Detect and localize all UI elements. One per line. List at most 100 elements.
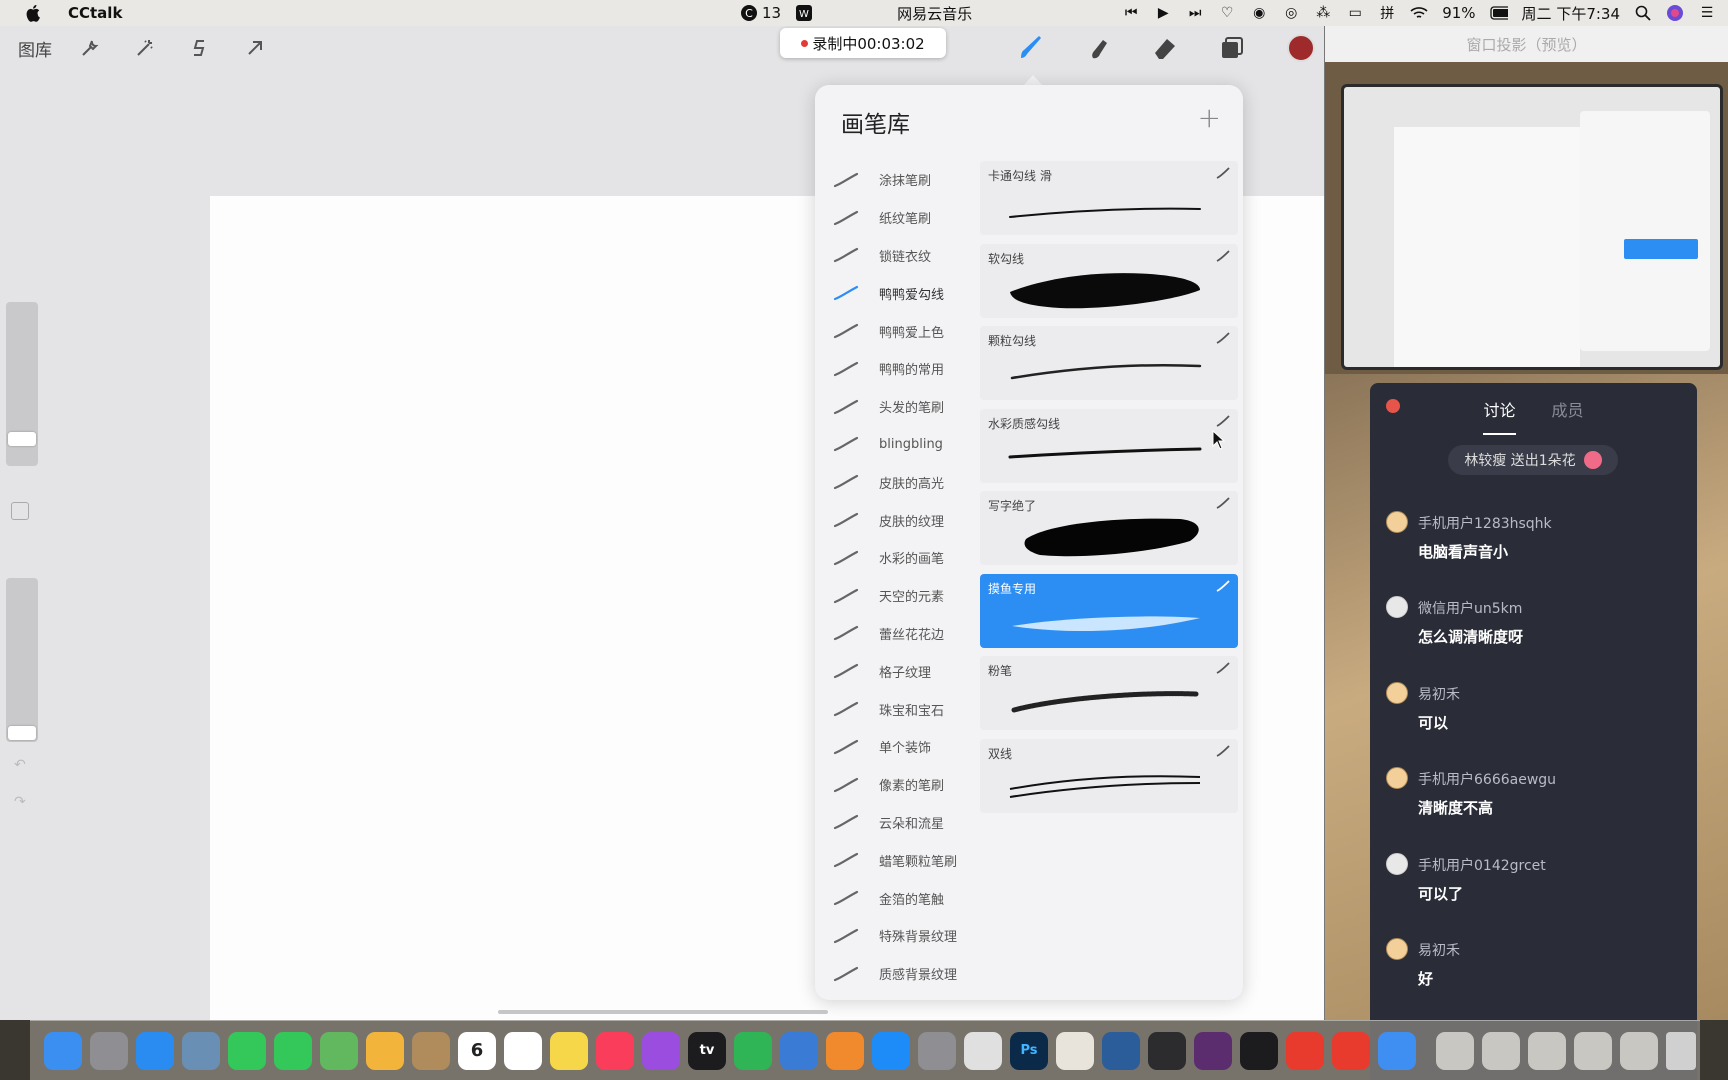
quicktime-icon[interactable] [1102, 1031, 1140, 1070]
netease-music-icon[interactable] [1332, 1031, 1370, 1070]
screenshot-folder-icon-4[interactable] [1574, 1031, 1612, 1070]
gallery-button[interactable]: 图库 [18, 36, 52, 61]
brush-set-item[interactable]: 涂抹笔刷 [829, 161, 979, 199]
wps-w-icon[interactable] [1056, 1031, 1094, 1070]
brush-size-thumb[interactable] [8, 432, 36, 446]
brush-card[interactable]: 软勾线 [980, 243, 1238, 318]
now-playing-app[interactable]: 网易云音乐 [897, 3, 972, 24]
message-username[interactable]: 手机用户0142grcet [1418, 855, 1546, 875]
actions-wrench-icon[interactable] [78, 36, 102, 60]
spotlight-search-icon[interactable] [1634, 4, 1652, 22]
cctalk-icon[interactable] [1378, 1031, 1416, 1070]
brush-set-item[interactable]: 鸭鸭爱上色 [829, 312, 979, 350]
tab-discussion[interactable]: 讨论 [1483, 397, 1516, 435]
brush-card[interactable]: 写字绝了 [980, 491, 1238, 565]
brush-card[interactable]: 水彩质感勾线 [980, 408, 1238, 483]
cctalk-status-icon[interactable]: C [740, 4, 758, 22]
opacity-thumb[interactable] [8, 726, 36, 740]
appstore-icon[interactable] [872, 1031, 910, 1070]
message-username[interactable]: 手机用户6666aewgu [1418, 769, 1556, 789]
brush-set-item[interactable]: 珠宝和宝石 [829, 690, 979, 728]
brush-card[interactable]: 粉笔 [980, 656, 1238, 730]
add-brush-set-button[interactable]: + [1198, 101, 1221, 134]
wps-status-icon[interactable]: W [795, 4, 813, 22]
display-icon[interactable]: ▭ [1346, 4, 1364, 22]
system-preferences-icon[interactable] [918, 1031, 956, 1070]
music-icon[interactable] [596, 1031, 634, 1070]
brush-set-item[interactable]: 像素的笔刷 [829, 766, 979, 804]
photoshop-icon[interactable]: Ps [1010, 1031, 1048, 1070]
brush-set-item[interactable]: 锁链衣纹 [829, 237, 979, 275]
avatar[interactable] [1386, 511, 1408, 533]
brush-set-item[interactable]: 格子纹理 [829, 652, 979, 690]
reminders-icon[interactable] [504, 1031, 542, 1070]
finder-icon[interactable] [44, 1031, 82, 1070]
netease-status-icon[interactable]: ◉ [1250, 4, 1268, 22]
app-name[interactable]: CCtalk [68, 4, 122, 22]
notes-icon[interactable] [550, 1031, 588, 1070]
contacts-icon[interactable] [412, 1031, 450, 1070]
screenshot-folder-icon-5[interactable] [1620, 1031, 1658, 1070]
brush-set-item-active[interactable]: 鸭鸭爱勾线 [829, 274, 979, 312]
terminal-icon[interactable] [1240, 1031, 1278, 1070]
avatar[interactable] [1386, 937, 1408, 960]
preview-icon[interactable] [182, 1031, 220, 1070]
tab-members[interactable]: 成员 [1552, 397, 1584, 435]
message-username[interactable]: 易初禾 [1418, 684, 1460, 704]
wps-icon[interactable] [1286, 1031, 1324, 1070]
message-username[interactable]: 易初禾 [1418, 940, 1460, 960]
obs-icon[interactable] [1148, 1031, 1186, 1070]
brush-set-item[interactable]: 蜡笔颗粒笔刷 [829, 841, 979, 879]
previous-track-icon[interactable]: ⏮ [1122, 4, 1140, 22]
maps-icon[interactable] [320, 1031, 358, 1070]
obs-status-icon[interactable]: ◎ [1282, 4, 1300, 22]
message-username[interactable]: 微信用户un5km [1418, 598, 1522, 618]
keynote-icon[interactable] [780, 1031, 818, 1070]
photos-icon[interactable] [366, 1031, 404, 1070]
facetime-icon[interactable] [228, 1031, 266, 1070]
brush-card[interactable]: 颗粒勾线 [980, 326, 1238, 400]
opacity-slider[interactable] [6, 578, 38, 742]
eraser-tool-icon[interactable] [1151, 34, 1179, 62]
heart-icon[interactable]: ♡ [1218, 4, 1236, 22]
battery-icon[interactable] [1489, 4, 1508, 22]
brush-set-item[interactable]: 天空的元素 [829, 577, 979, 615]
brush-card[interactable]: 卡通勾线 滑 [980, 161, 1238, 235]
brush-set-item[interactable]: 头发的笔刷 [829, 388, 979, 426]
avatar[interactable] [1386, 596, 1408, 619]
tv-icon[interactable]: tv [688, 1031, 726, 1070]
datetime[interactable]: 周二 下午7:34 [1522, 3, 1620, 24]
calendar-icon[interactable]: 6 [458, 1031, 496, 1070]
avatar[interactable] [1386, 767, 1408, 790]
selection-icon[interactable] [188, 36, 212, 60]
brush-set-item[interactable]: blingbling [829, 426, 979, 464]
undo-icon[interactable]: ↶ [14, 757, 26, 773]
avatar[interactable] [1386, 852, 1408, 875]
trash-icon[interactable] [1666, 1031, 1696, 1070]
brush-tool-icon[interactable] [1017, 34, 1045, 62]
brush-set-item[interactable]: 鸭鸭的常用 [829, 350, 979, 388]
brush-set-item[interactable]: 特殊背景纹理 [829, 917, 979, 955]
brush-set-item[interactable]: 质感背景纹理 [829, 955, 979, 993]
redo-icon[interactable]: ↷ [14, 794, 26, 810]
brush-set-item[interactable]: 纸纹笔刷 [829, 199, 979, 237]
control-center-icon[interactable]: ☰ [1698, 4, 1716, 22]
pages-icon[interactable] [826, 1031, 864, 1070]
modify-button[interactable] [11, 502, 29, 520]
podcasts-icon[interactable] [642, 1031, 680, 1070]
davinci-icon[interactable] [964, 1031, 1002, 1070]
ar-app-icon[interactable] [1194, 1031, 1232, 1070]
brush-card-selected[interactable]: 摸鱼专用 [980, 573, 1238, 648]
davinci-status-icon[interactable]: ⁂ [1314, 4, 1332, 22]
brush-set-item[interactable]: 单个装饰 [829, 728, 979, 766]
layers-icon[interactable] [1218, 34, 1246, 62]
brush-set-item[interactable]: 皮肤的高光 [829, 463, 979, 501]
brush-set-item[interactable]: 蕾丝花花边 [829, 615, 979, 653]
brush-set-item[interactable]: 金箔的笔触 [829, 879, 979, 917]
siri-icon[interactable] [1666, 4, 1684, 22]
smudge-tool-icon[interactable] [1084, 34, 1112, 62]
numbers-icon[interactable] [734, 1031, 772, 1070]
safari-icon[interactable] [136, 1031, 174, 1070]
screenshot-folder-icon[interactable] [1436, 1031, 1474, 1070]
messages-icon[interactable] [274, 1031, 312, 1070]
